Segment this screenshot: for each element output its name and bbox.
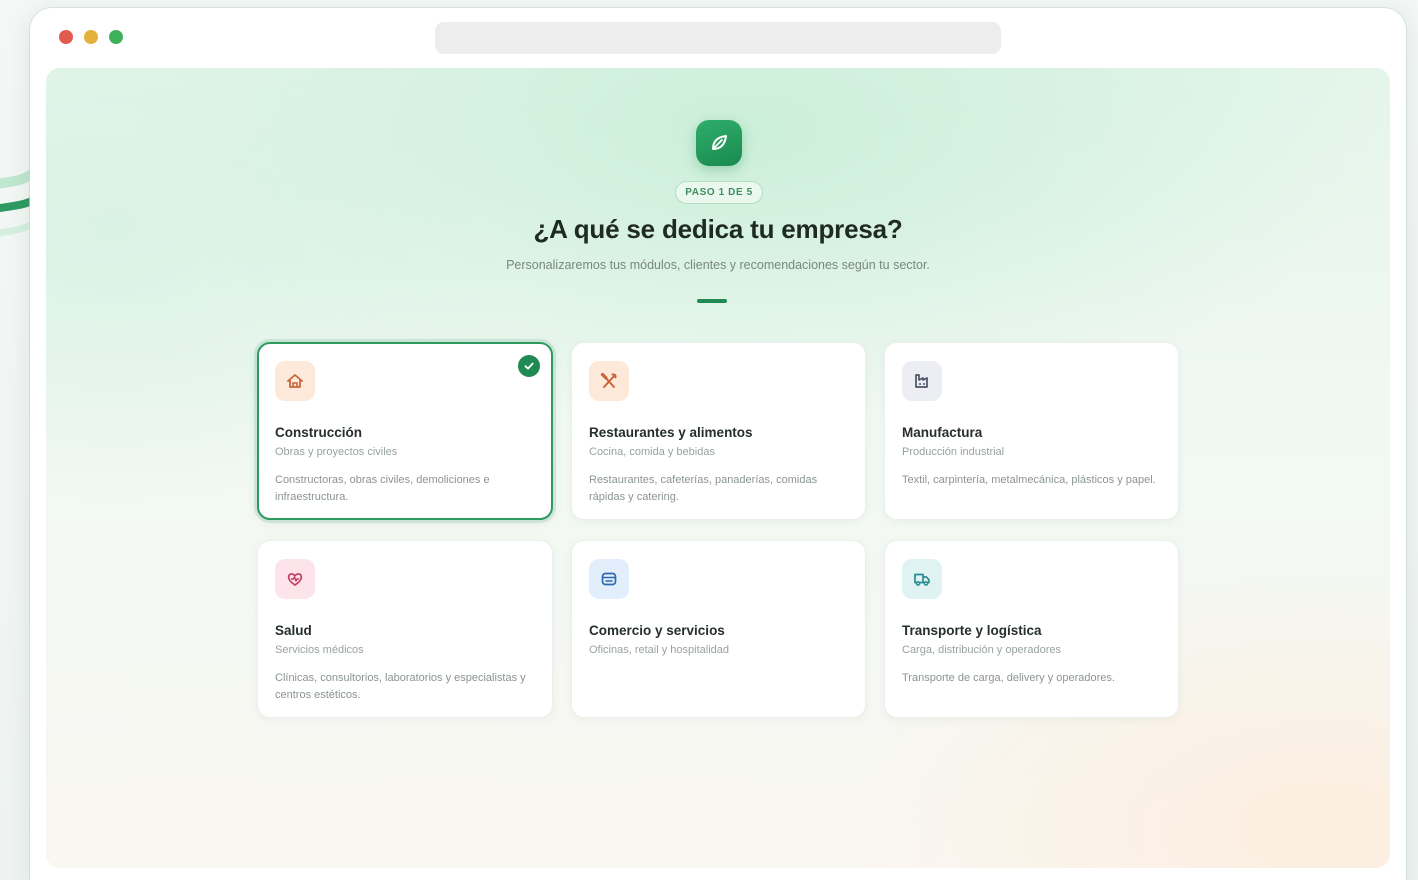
industry-title: Restaurantes y alimentos bbox=[589, 425, 753, 440]
page-subtitle: Personalizaremos tus módulos, clientes y… bbox=[506, 258, 930, 272]
store-icon bbox=[601, 572, 617, 586]
selected-check-badge bbox=[518, 355, 540, 377]
truck-icon bbox=[914, 573, 930, 586]
industry-card-transporte[interactable]: Transporte y logística Carga, distribuci… bbox=[884, 540, 1179, 718]
industry-description: Transporte de carga, delivery y operador… bbox=[902, 672, 1115, 684]
industry-card-comercio[interactable]: Comercio y servicios Oficinas, retail y … bbox=[571, 540, 866, 718]
industry-card-construccion[interactable]: Construcción Obras y proyectos civiles C… bbox=[257, 342, 553, 520]
browser-window: PASO 1 DE 5 ¿A qué se dedica tu empresa?… bbox=[30, 8, 1406, 880]
industry-icon-tile bbox=[589, 559, 629, 599]
industry-subtitle: Oficinas, retail y hospitalidad bbox=[589, 644, 730, 656]
industry-card-restaurantes[interactable]: Restaurantes y alimentos Cocina, comida … bbox=[571, 342, 866, 520]
industry-title: Transporte y logística bbox=[902, 623, 1042, 638]
industry-subtitle: Cocina, comida y bebidas bbox=[589, 446, 715, 458]
house-icon bbox=[287, 374, 303, 388]
industry-description: Restaurantes, cafeterías, panaderías, co… bbox=[589, 474, 818, 503]
industry-subtitle: Carga, distribución y operadores bbox=[902, 644, 1061, 656]
app-logo bbox=[696, 120, 742, 166]
industry-description: Textil, carpintería, metalmecánica, plás… bbox=[902, 474, 1156, 486]
onboarding-panel: PASO 1 DE 5 ¿A qué se dedica tu empresa?… bbox=[46, 68, 1390, 868]
industry-title: Manufactura bbox=[902, 425, 983, 440]
industry-icon-tile bbox=[275, 559, 315, 599]
step-indicator: PASO 1 DE 5 bbox=[675, 181, 763, 204]
industry-title: Construcción bbox=[275, 425, 363, 440]
industry-icon-tile bbox=[902, 559, 942, 599]
industry-title: Salud bbox=[275, 623, 312, 638]
industry-subtitle: Servicios médicos bbox=[275, 644, 364, 656]
heart-icon bbox=[287, 573, 303, 586]
industry-card-salud[interactable]: Salud Servicios médicos Clínicas, consul… bbox=[257, 540, 553, 718]
leaf-icon bbox=[712, 135, 727, 150]
industry-subtitle: Obras y proyectos civiles bbox=[275, 446, 398, 458]
industry-icon-tile bbox=[275, 361, 315, 401]
industry-description: Clínicas, consultorios, laboratorios y e… bbox=[275, 672, 526, 701]
close-window-button[interactable] bbox=[59, 30, 73, 44]
maximize-window-button[interactable] bbox=[109, 30, 123, 44]
title-divider bbox=[697, 299, 727, 303]
industry-title: Comercio y servicios bbox=[589, 623, 725, 638]
industry-subtitle: Producción industrial bbox=[902, 446, 1005, 458]
factory-icon bbox=[915, 374, 928, 388]
window-controls bbox=[59, 30, 123, 44]
industry-options-grid: Construcción Obras y proyectos civiles C… bbox=[257, 342, 1179, 718]
utensils-icon bbox=[600, 372, 617, 388]
minimize-window-button[interactable] bbox=[84, 30, 98, 44]
check-icon bbox=[524, 362, 534, 370]
page-title: ¿A qué se dedica tu empresa? bbox=[533, 214, 903, 244]
industry-description: Constructoras, obras civiles, demolicion… bbox=[275, 474, 490, 503]
screen-background: PASO 1 DE 5 ¿A qué se dedica tu empresa?… bbox=[0, 0, 1418, 880]
industry-card-manufactura[interactable]: Manufactura Producción industrial Textil… bbox=[884, 342, 1179, 520]
address-bar[interactable] bbox=[435, 22, 1001, 54]
industry-icon-tile bbox=[902, 361, 942, 401]
industry-icon-tile bbox=[589, 361, 629, 401]
